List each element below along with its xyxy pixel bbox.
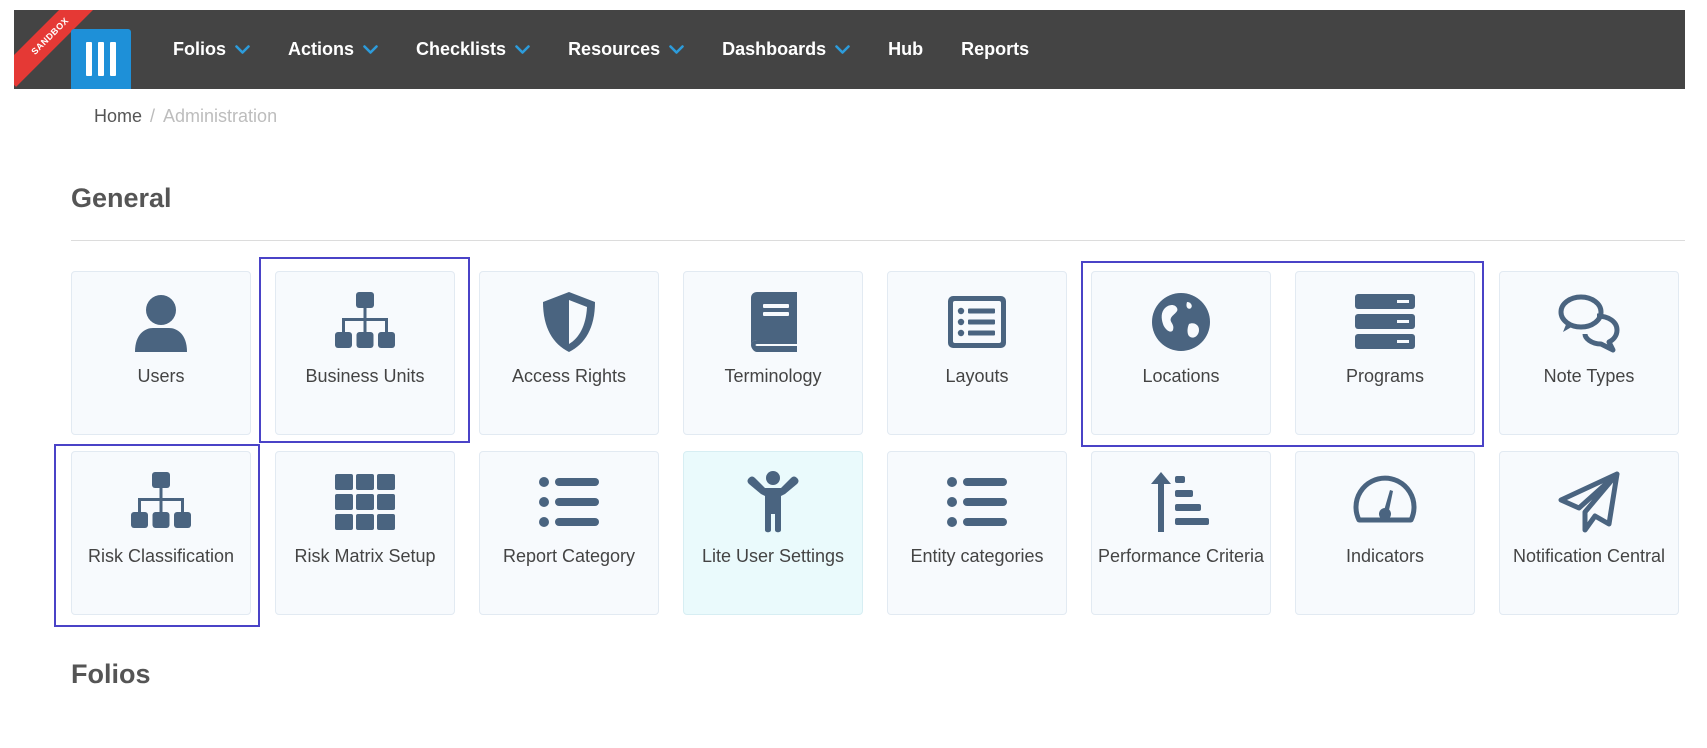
tile-label: Layouts [945, 366, 1009, 386]
tile-label: Lite User Settings [701, 546, 845, 566]
breadcrumb: Home / Administration [94, 106, 277, 127]
tile-risk-classification[interactable]: Risk Classification [71, 451, 251, 615]
tile-label: Terminology [724, 366, 822, 386]
tile-label: Programs [1345, 366, 1425, 386]
grid-icon [332, 469, 398, 535]
shield-icon [536, 289, 602, 355]
tile-label: Risk Classification [87, 546, 235, 566]
child-icon [740, 469, 806, 535]
nav-label: Checklists [416, 39, 507, 59]
chevron-down-icon [235, 44, 250, 54]
top-navbar: SANDBOX Folios Actions Checklists Resour… [14, 10, 1685, 89]
nav-resources[interactable]: Resources [568, 39, 684, 60]
tile-users[interactable]: Users [71, 271, 251, 435]
user-icon [128, 289, 194, 355]
section-title-general: General [71, 183, 172, 213]
tile-label: Notification Central [1512, 546, 1666, 566]
nav-reports[interactable]: Reports [961, 39, 1029, 60]
nav-label: Actions [288, 39, 355, 59]
paper-plane-icon [1556, 469, 1622, 535]
main-nav: Folios Actions Checklists Resources Dash… [173, 10, 1067, 89]
nav-label: Folios [173, 39, 226, 59]
list-alt-icon [944, 289, 1010, 355]
tile-locations[interactable]: Locations [1091, 271, 1271, 435]
tile-business-units[interactable]: Business Units [275, 271, 455, 435]
tile-layouts[interactable]: Layouts [887, 271, 1067, 435]
tile-performance-criteria[interactable]: Performance Criteria [1091, 451, 1271, 615]
chevron-down-icon [515, 44, 530, 54]
globe-icon [1148, 289, 1214, 355]
tile-notification-central[interactable]: Notification Central [1499, 451, 1679, 615]
nav-dashboards[interactable]: Dashboards [722, 39, 850, 60]
gauge-icon [1352, 469, 1418, 535]
nav-folios[interactable]: Folios [173, 39, 250, 60]
tile-label: Locations [1142, 366, 1220, 386]
app-logo[interactable] [71, 29, 131, 89]
org-chart-icon [128, 469, 194, 535]
list-icon [536, 469, 602, 535]
breadcrumb-current: Administration [163, 106, 278, 126]
tile-report-category[interactable]: Report Category [479, 451, 659, 615]
tile-label: Indicators [1345, 546, 1425, 566]
chevron-down-icon [669, 44, 684, 54]
nav-actions[interactable]: Actions [288, 39, 378, 60]
section-title-folios: Folios [71, 659, 151, 689]
book-icon [740, 289, 806, 355]
comments-icon [1556, 289, 1622, 355]
nav-label: Hub [888, 39, 924, 59]
chevron-down-icon [363, 44, 378, 54]
tile-label: Business Units [305, 366, 425, 386]
section-divider [71, 240, 1685, 241]
tile-access-rights[interactable]: Access Rights [479, 271, 659, 435]
org-chart-icon [332, 289, 398, 355]
tile-label: Entity categories [910, 546, 1044, 566]
chevron-down-icon [835, 44, 850, 54]
tile-label: Note Types [1543, 366, 1635, 386]
tile-entity-categories[interactable]: Entity categories [887, 451, 1067, 615]
breadcrumb-separator: / [150, 106, 156, 126]
tile-lite-user-settings[interactable]: Lite User Settings [683, 451, 863, 615]
tile-label: Users [137, 366, 185, 386]
tile-note-types[interactable]: Note Types [1499, 271, 1679, 435]
nav-label: Dashboards [722, 39, 827, 59]
tile-label: Risk Matrix Setup [294, 546, 436, 566]
tile-indicators[interactable]: Indicators [1295, 451, 1475, 615]
tile-label: Access Rights [511, 366, 627, 386]
breadcrumb-home[interactable]: Home [94, 106, 142, 127]
nav-hub[interactable]: Hub [888, 39, 923, 60]
nav-label: Reports [961, 39, 1030, 59]
list-icon [944, 469, 1010, 535]
sort-amount-icon [1148, 469, 1214, 535]
tile-risk-matrix-setup[interactable]: Risk Matrix Setup [275, 451, 455, 615]
nav-label: Resources [568, 39, 661, 59]
tile-terminology[interactable]: Terminology [683, 271, 863, 435]
nav-checklists[interactable]: Checklists [416, 39, 530, 60]
tile-label: Report Category [502, 546, 636, 566]
tile-label: Performance Criteria [1097, 546, 1265, 566]
server-icon [1352, 289, 1418, 355]
tile-programs[interactable]: Programs [1295, 271, 1475, 435]
